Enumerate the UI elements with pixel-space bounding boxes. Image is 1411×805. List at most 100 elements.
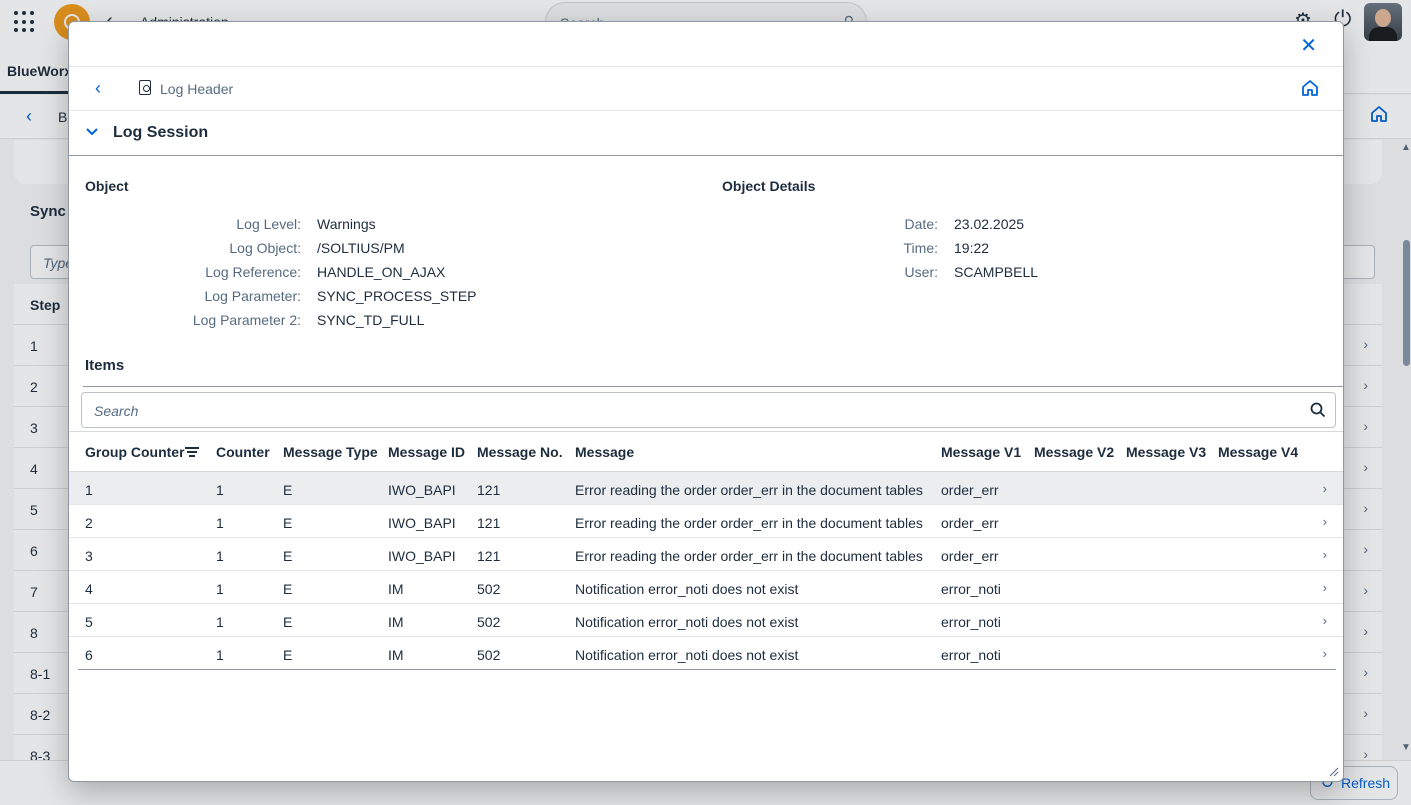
column-header-group-counter[interactable]: Group Counter: [85, 444, 185, 460]
message-v1-cell: error_noti: [941, 581, 1001, 597]
message-id-cell: IWO_BAPI: [388, 482, 456, 498]
form-row-log-parameter: Log Parameter: SYNC_PROCESS_STEP: [85, 288, 477, 308]
message-id-cell: IWO_BAPI: [388, 515, 456, 531]
chevron-right-icon: ›: [1322, 547, 1327, 562]
field-label: Time:: [903, 240, 938, 256]
field-value: SYNC_PROCESS_STEP: [317, 288, 477, 304]
message-type-cell: E: [283, 647, 293, 663]
chevron-right-icon: ›: [1322, 646, 1327, 661]
message-no-cell: 121: [477, 548, 501, 564]
table-row[interactable]: 5 1 E IM 502 Notification error_noti doe…: [69, 604, 1343, 637]
table-header-row: Group Counter Counter Message Type Messa…: [69, 432, 1343, 472]
message-v1-cell: order_err: [941, 515, 999, 531]
counter-cell: 1: [216, 647, 224, 663]
home-icon[interactable]: [1301, 79, 1319, 97]
dialog-nav-bar: ‹ Log Header: [69, 67, 1343, 111]
counter-cell: 1: [216, 482, 224, 498]
field-label: Log Parameter 2:: [192, 312, 301, 328]
message-v1-cell: error_noti: [941, 614, 1001, 630]
message-v1-cell: error_noti: [941, 647, 1001, 663]
message-v1-cell: order_err: [941, 548, 999, 564]
group-counter-cell: 1: [85, 482, 93, 498]
message-cell: Error reading the order order_err in the…: [575, 515, 923, 531]
dialog-header: ✕: [69, 22, 1343, 67]
column-header-message-v2[interactable]: Message V2: [1034, 444, 1114, 460]
message-no-cell: 502: [477, 647, 501, 663]
form-row-log-reference: Log Reference: HANDLE_ON_AJAX: [85, 264, 445, 284]
message-id-cell: IM: [388, 647, 404, 663]
search-icon[interactable]: [1310, 402, 1326, 418]
resize-handle-icon[interactable]: [1329, 767, 1339, 777]
group-counter-cell: 2: [85, 515, 93, 531]
items-table: Group Counter Counter Message Type Messa…: [69, 432, 1343, 670]
table-row[interactable]: 4 1 E IM 502 Notification error_noti doe…: [69, 571, 1343, 604]
field-label: Log Reference:: [205, 264, 301, 280]
message-v1-cell: order_err: [941, 482, 999, 498]
table-row[interactable]: 3 1 E IWO_BAPI 121 Error reading the ord…: [69, 538, 1343, 571]
items-search-input[interactable]: Search: [81, 392, 1336, 428]
message-type-cell: E: [283, 515, 293, 531]
column-header-counter[interactable]: Counter: [216, 444, 270, 460]
table-row[interactable]: 2 1 E IWO_BAPI 121 Error reading the ord…: [69, 505, 1343, 538]
chevron-right-icon: ›: [1322, 580, 1327, 595]
group-counter-cell: 6: [85, 647, 93, 663]
back-icon[interactable]: ‹: [95, 78, 101, 99]
document-search-icon: [139, 80, 151, 95]
message-type-cell: E: [283, 548, 293, 564]
counter-cell: 1: [216, 548, 224, 564]
message-no-cell: 121: [477, 515, 501, 531]
chevron-right-icon: ›: [1322, 514, 1327, 529]
table-row[interactable]: 1 1 E IWO_BAPI 121 Error reading the ord…: [69, 472, 1343, 505]
field-value: SYNC_TD_FULL: [317, 312, 425, 328]
message-no-cell: 502: [477, 581, 501, 597]
field-value: /SOLTIUS/PM: [317, 240, 405, 256]
chevron-right-icon: ›: [1322, 613, 1327, 628]
message-cell: Error reading the order order_err in the…: [575, 482, 923, 498]
column-header-message-v3[interactable]: Message V3: [1126, 444, 1206, 460]
field-label: Date:: [904, 216, 938, 232]
message-type-cell: E: [283, 581, 293, 597]
column-header-message-id[interactable]: Message ID: [388, 444, 465, 460]
group-counter-cell: 3: [85, 548, 93, 564]
message-no-cell: 121: [477, 482, 501, 498]
object-group-title: Object: [85, 178, 129, 194]
counter-cell: 1: [216, 515, 224, 531]
form-row-log-parameter-2: Log Parameter 2: SYNC_TD_FULL: [85, 312, 425, 332]
field-value: 19:22: [954, 240, 990, 256]
message-type-cell: E: [283, 614, 293, 630]
message-type-cell: E: [283, 482, 293, 498]
search-placeholder: Search: [94, 403, 139, 419]
message-id-cell: IM: [388, 581, 404, 597]
section-title: Log Session: [113, 124, 209, 141]
field-label: Log Level:: [236, 216, 301, 232]
form-row-log-object: Log Object: /SOLTIUS/PM: [85, 240, 404, 260]
field-label: Log Parameter:: [204, 288, 302, 304]
close-icon[interactable]: ✕: [1300, 33, 1317, 58]
group-counter-cell: 4: [85, 581, 93, 597]
field-value: SCAMPBELL: [954, 264, 1039, 280]
chevron-right-icon: ›: [1322, 481, 1327, 496]
column-header-message-type[interactable]: Message Type: [283, 444, 378, 460]
field-value: Warnings: [317, 216, 376, 232]
message-id-cell: IM: [388, 614, 404, 630]
log-dialog: ✕ ‹ Log Header Log Session Object Log Le…: [68, 21, 1344, 782]
object-details-group-title: Object Details: [722, 178, 816, 194]
column-header-message-v4[interactable]: Message V4: [1218, 444, 1298, 460]
chevron-down-icon[interactable]: [85, 125, 99, 139]
form-row-date: Date: 23.02.2025: [722, 216, 1025, 236]
column-header-message-no[interactable]: Message No.: [477, 444, 563, 460]
message-cell: Notification error_noti does not exist: [575, 614, 799, 630]
counter-cell: 1: [216, 581, 224, 597]
table-row[interactable]: 6 1 E IM 502 Notification error_noti doe…: [78, 637, 1336, 670]
column-header-message-v1[interactable]: Message V1: [941, 444, 1021, 460]
form-row-user: User: SCAMPBELL: [722, 264, 1039, 284]
group-counter-cell: 5: [85, 614, 93, 630]
field-value: HANDLE_ON_AJAX: [317, 264, 446, 280]
sort-icon[interactable]: [185, 447, 199, 459]
form-row-time: Time: 19:22: [722, 240, 990, 260]
counter-cell: 1: [216, 614, 224, 630]
column-header-message[interactable]: Message: [575, 444, 634, 460]
log-session-header: Log Session: [69, 111, 1343, 156]
field-value: 23.02.2025: [954, 216, 1025, 232]
items-title: Items: [85, 357, 125, 374]
